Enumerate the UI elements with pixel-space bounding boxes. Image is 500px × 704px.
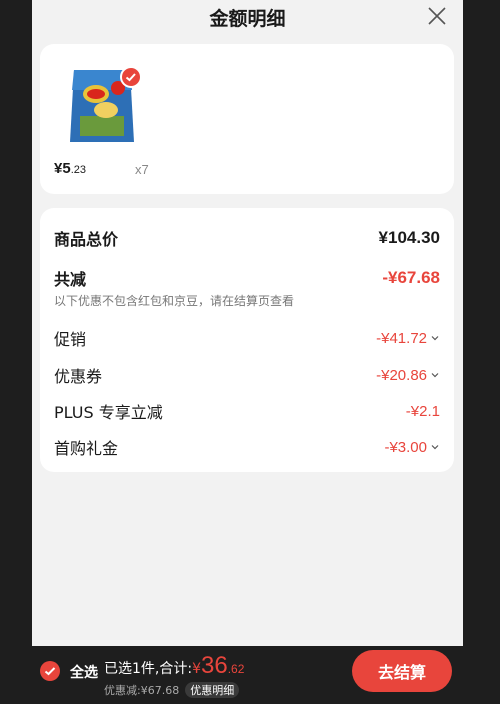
- total-price-label: 商品总价: [54, 230, 119, 249]
- promotion-row[interactable]: 促销 -¥41.72: [54, 326, 440, 350]
- total-reduce-row: 共减 -¥67.68: [54, 266, 440, 290]
- selected-check-icon: [120, 66, 142, 88]
- first-purchase-value: -¥3.00: [384, 439, 440, 456]
- plus-discount-value: -¥2.1: [405, 402, 440, 420]
- first-purchase-amount: -¥3.00: [384, 438, 427, 456]
- product-price: ¥5.23: [54, 160, 86, 178]
- select-all-label[interactable]: 全选: [70, 662, 98, 682]
- first-purchase-row[interactable]: 首购礼金 -¥3.00: [54, 435, 440, 459]
- chevron-down-icon: [431, 373, 439, 378]
- chevron-down-icon: [431, 336, 439, 341]
- chevron-down-icon: [431, 445, 439, 450]
- coupon-amount: -¥20.86: [376, 366, 427, 384]
- sheet-title: 金额明细: [209, 8, 286, 30]
- plus-discount-row: PLUS 专享立减 -¥2.1: [54, 399, 440, 423]
- coupon-row[interactable]: 优惠券 -¥20.86: [54, 363, 440, 387]
- discount-note: 以下优惠不包含红包和京豆，请在结算页查看: [54, 294, 295, 308]
- order-summary: 已选1件,合计:¥36.62: [104, 652, 244, 680]
- amount-integer: 36: [201, 652, 228, 679]
- product-card: ¥5.23 x7: [40, 44, 454, 194]
- close-icon[interactable]: [425, 4, 449, 28]
- amount-currency: ¥: [192, 661, 201, 677]
- promotion-value: -¥41.72: [376, 330, 440, 347]
- discount-detail-tag[interactable]: 优惠明细: [185, 682, 240, 698]
- coupon-value: -¥20.86: [376, 367, 440, 384]
- discount-text: 优惠减:¥67.68: [104, 684, 180, 697]
- total-price-row: 商品总价 ¥104.30: [54, 226, 440, 250]
- summary-prefix: 已选1件,合计:: [104, 661, 193, 677]
- promotion-label: 促销: [54, 330, 87, 349]
- total-reduce-value: -¥67.68: [382, 268, 440, 287]
- amount-detail-sheet: 金额明细 ¥5.23 x7 商品总价 ¥104.30 共减 -¥67.68 以下…: [32, 0, 463, 646]
- amount-decimal: .62: [227, 662, 245, 676]
- total-price-value: ¥104.30: [378, 228, 440, 247]
- first-purchase-label: 首购礼金: [54, 439, 119, 458]
- price-breakdown-card: 商品总价 ¥104.30 共减 -¥67.68 以下优惠不包含红包和京豆，请在结…: [40, 208, 454, 472]
- plus-discount-label: PLUS 专享立减: [54, 403, 163, 422]
- price-integer: 5: [62, 160, 71, 177]
- checkout-button[interactable]: 去结算: [352, 650, 452, 692]
- select-all-checkbox[interactable]: [40, 661, 60, 681]
- promotion-amount: -¥41.72: [376, 329, 427, 347]
- total-reduce-label: 共减: [54, 270, 87, 289]
- coupon-label: 优惠券: [54, 367, 103, 386]
- price-decimal: .23: [70, 164, 86, 176]
- discount-summary: 优惠减:¥67.68 优惠明细: [104, 682, 240, 698]
- product-quantity: x7: [135, 162, 149, 177]
